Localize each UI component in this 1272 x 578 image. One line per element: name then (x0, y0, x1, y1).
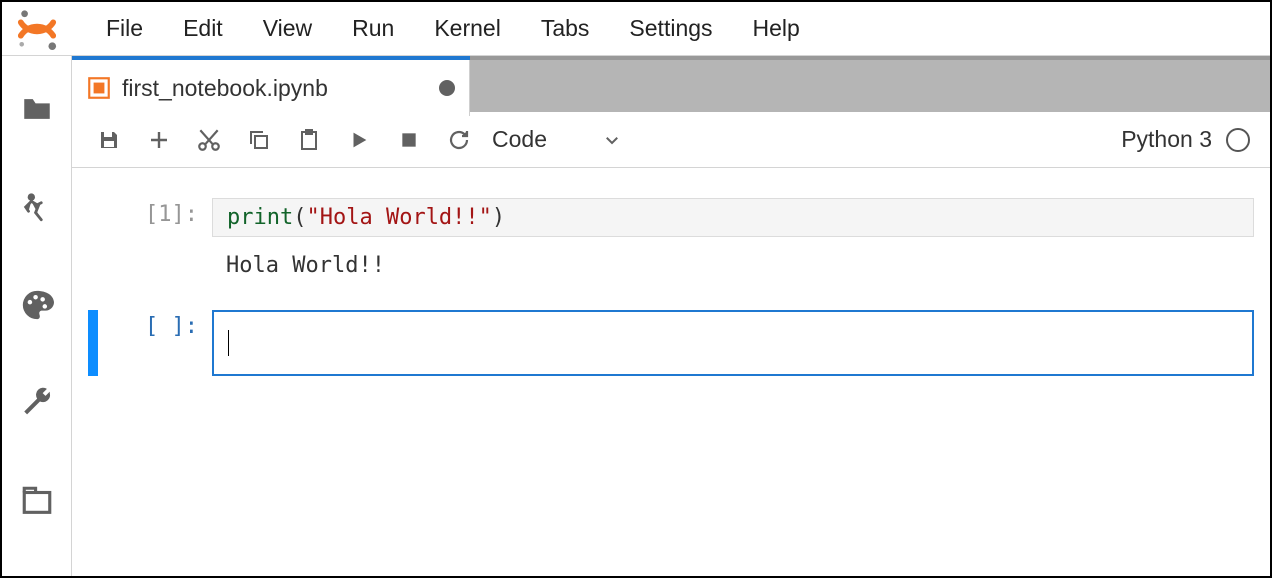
folder-icon[interactable] (20, 92, 54, 126)
notebook-icon (86, 75, 112, 101)
code-input[interactable] (212, 310, 1254, 376)
menu-tabs[interactable]: Tabs (521, 15, 610, 42)
notebook-body[interactable]: [1]: print("Hola World!!") Hola World!! … (72, 168, 1270, 576)
main-area: first_notebook.ipynb (72, 56, 1270, 576)
menu-view[interactable]: View (243, 15, 332, 42)
text-cursor (228, 330, 229, 356)
tab-dirty-indicator (439, 80, 455, 96)
jupyter-logo (16, 8, 58, 50)
cell-collapse-bar[interactable] (88, 310, 98, 376)
output-prompt (102, 245, 212, 286)
code-token: ) (492, 205, 505, 230)
cell-type-label: Code (492, 126, 547, 153)
paste-button[interactable] (284, 120, 334, 160)
palette-icon[interactable] (20, 288, 54, 322)
menu-run[interactable]: Run (332, 15, 414, 42)
menu-help[interactable]: Help (733, 15, 820, 42)
output-text: Hola World!! (212, 245, 1254, 286)
cell-type-select[interactable]: Code (484, 126, 629, 153)
code-token: ( (293, 205, 306, 230)
menu-settings[interactable]: Settings (609, 15, 732, 42)
cell-collapse-bar[interactable] (88, 245, 98, 286)
notebook-tab[interactable]: first_notebook.ipynb (72, 60, 470, 116)
cell-collapse-bar[interactable] (88, 198, 98, 237)
insert-cell-button[interactable] (134, 120, 184, 160)
menu-file[interactable]: File (86, 15, 163, 42)
save-button[interactable] (84, 120, 134, 160)
run-button[interactable] (334, 120, 384, 160)
code-input[interactable]: print("Hola World!!") (212, 198, 1254, 237)
copy-button[interactable] (234, 120, 284, 160)
code-cell-active[interactable]: [ ]: (88, 310, 1254, 376)
kernel-name[interactable]: Python 3 (1121, 126, 1212, 153)
left-sidebar (2, 56, 72, 576)
input-prompt: [ ]: (102, 310, 212, 339)
restart-button[interactable] (434, 120, 484, 160)
chevron-down-icon (603, 131, 621, 149)
menu-edit[interactable]: Edit (163, 15, 243, 42)
code-token: "Hola World!!" (306, 205, 491, 230)
code-token: print (227, 205, 293, 230)
input-prompt: [1]: (102, 198, 212, 227)
interrupt-button[interactable] (384, 120, 434, 160)
code-cell[interactable]: [1]: print("Hola World!!") (88, 198, 1254, 237)
tab-title: first_notebook.ipynb (122, 75, 425, 102)
kernel-status-indicator[interactable] (1226, 128, 1250, 152)
menubar: File Edit View Run Kernel Tabs Settings … (2, 2, 1270, 56)
cell-output: Hola World!! (88, 245, 1254, 286)
tab-bar: first_notebook.ipynb (72, 56, 1270, 112)
tabs-icon[interactable] (20, 484, 54, 518)
cut-button[interactable] (184, 120, 234, 160)
notebook-toolbar: Code Python 3 (72, 112, 1270, 168)
menu-kernel[interactable]: Kernel (414, 15, 520, 42)
wrench-icon[interactable] (20, 386, 54, 420)
running-icon[interactable] (20, 190, 54, 224)
